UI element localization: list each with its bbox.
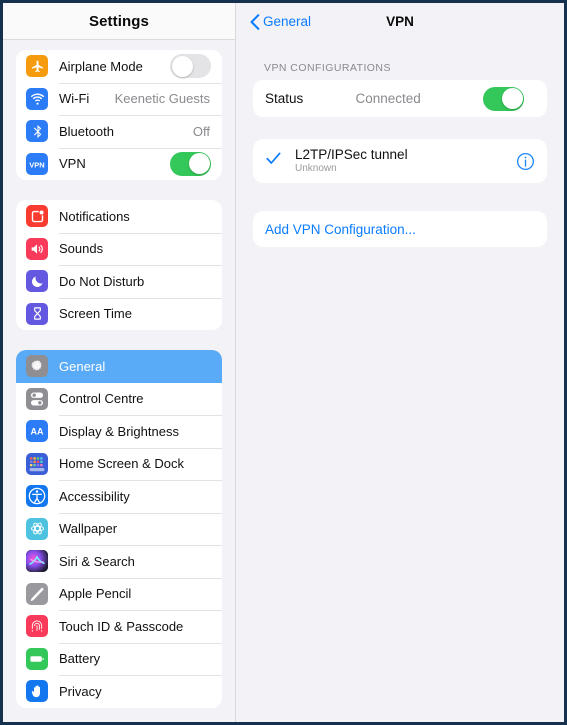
notifications-icon: [26, 205, 48, 228]
wifi-network-value: Keenetic Guests: [114, 91, 210, 107]
vpn-configuration-card: L2TP/IPSec tunnel Unknown: [253, 139, 547, 183]
sidebar-item-label: Battery: [59, 651, 101, 667]
sidebar-item-vpn[interactable]: VPN VPN: [16, 147, 222, 181]
ipad-settings-window: Settings Airplane Mode Wi-Fi Keenetic Gu…: [3, 3, 564, 722]
sidebar-item-siri-search[interactable]: Siri & Search: [16, 545, 222, 578]
sounds-icon: [26, 237, 48, 260]
sidebar-item-airplane-mode[interactable]: Airplane Mode: [16, 50, 222, 83]
sidebar-item-label: Apple Pencil: [59, 586, 132, 602]
add-vpn-configuration-label: Add VPN Configuration...: [265, 221, 416, 237]
detail-body: VPN CONFIGURATIONS Status Connected L2TP…: [236, 40, 564, 247]
sidebar-item-accessibility[interactable]: Accessibility: [16, 480, 222, 513]
apple-pencil-icon: [26, 582, 48, 605]
privacy-hand-icon: [26, 680, 48, 703]
add-vpn-configuration-row[interactable]: Add VPN Configuration...: [253, 211, 547, 247]
sidebar-item-label: Screen Time: [59, 306, 132, 322]
sidebar-item-sounds[interactable]: Sounds: [16, 232, 222, 266]
settings-sidebar: Settings Airplane Mode Wi-Fi Keenetic Gu…: [3, 3, 236, 722]
sidebar-item-display-brightness[interactable]: AA Display & Brightness: [16, 415, 222, 448]
sidebar-item-control-centre[interactable]: Control Centre: [16, 383, 222, 416]
bluetooth-icon: [26, 120, 48, 143]
sidebar-item-do-not-disturb[interactable]: Do Not Disturb: [16, 265, 222, 298]
sidebar-item-label: Accessibility: [59, 488, 130, 504]
vpn-status-value: Connected: [355, 91, 421, 106]
sidebar-header: Settings: [3, 3, 235, 40]
page-title: Settings: [89, 12, 149, 30]
wifi-icon: [26, 87, 48, 110]
toggle-knob: [171, 55, 193, 77]
info-icon[interactable]: [516, 152, 535, 171]
settings-group-system: General Control Centre AA Display & Brig…: [16, 350, 222, 708]
wallpaper-icon: [26, 517, 48, 540]
battery-icon: [26, 647, 48, 670]
back-button[interactable]: General: [250, 13, 312, 30]
display-brightness-icon: AA: [26, 420, 48, 443]
vpn-status-row[interactable]: Status Connected: [253, 80, 547, 117]
sidebar-item-label: Wi-Fi: [59, 91, 90, 107]
sidebar-item-screen-time[interactable]: Screen Time: [16, 297, 222, 331]
sidebar-item-label: Notifications: [59, 208, 130, 224]
vpn-status-toggle[interactable]: [483, 86, 524, 111]
sidebar-item-label: Display & Brightness: [59, 423, 179, 439]
vpn-icon: VPN: [26, 152, 48, 175]
vpn-status-card: Status Connected: [253, 80, 547, 117]
vpn-configuration-subtitle: Unknown: [295, 163, 337, 174]
vpn-configuration-texts: L2TP/IPSec tunnel Unknown: [295, 147, 408, 175]
sidebar-item-label: Do Not Disturb: [59, 273, 145, 289]
add-vpn-configuration-card: Add VPN Configuration...: [253, 211, 547, 247]
sidebar-item-label: Airplane Mode: [59, 58, 143, 74]
sidebar-item-label: Sounds: [59, 241, 104, 257]
hourglass-icon: [26, 302, 48, 325]
sidebar-item-label: General: [59, 358, 106, 374]
settings-group-alerts: Notifications Sounds Do Not Disturb Scre…: [16, 200, 222, 330]
detail-header: General VPN: [236, 3, 564, 40]
sidebar-item-home-screen-dock[interactable]: Home Screen & Dock: [16, 447, 222, 481]
sidebar-item-label: Siri & Search: [59, 553, 135, 569]
vpn-detail-pane: General VPN VPN CONFIGURATIONS Status Co…: [236, 3, 564, 722]
touch-id-icon: [26, 615, 48, 638]
sidebar-item-label: VPN: [59, 156, 86, 172]
sidebar-item-touch-id-passcode[interactable]: Touch ID & Passcode: [16, 610, 222, 643]
sidebar-item-notifications[interactable]: Notifications: [16, 200, 222, 233]
gear-icon: [26, 355, 48, 378]
checkmark-icon: [266, 152, 286, 170]
accessibility-icon: [26, 485, 48, 508]
sidebar-item-label: Bluetooth: [59, 123, 114, 139]
sidebar-scroll-area[interactable]: Airplane Mode Wi-Fi Keenetic Guests Blue…: [3, 40, 235, 721]
sidebar-item-bluetooth[interactable]: Bluetooth Off: [16, 115, 222, 148]
sidebar-item-privacy[interactable]: Privacy: [16, 675, 222, 708]
vpn-status-label: Status: [265, 91, 304, 106]
chevron-left-icon: [250, 13, 260, 30]
sidebar-item-general[interactable]: General: [16, 350, 222, 383]
sidebar-item-battery[interactable]: Battery: [16, 642, 222, 676]
airplane-mode-toggle[interactable]: [170, 54, 211, 79]
sidebar-item-label: Control Centre: [59, 391, 144, 407]
sidebar-item-wifi[interactable]: Wi-Fi Keenetic Guests: [16, 82, 222, 116]
bluetooth-state-value: Off: [192, 123, 210, 139]
sidebar-item-label: Home Screen & Dock: [59, 456, 184, 472]
toggle-knob: [501, 88, 523, 109]
sidebar-item-label: Touch ID & Passcode: [59, 618, 184, 634]
sidebar-item-label: Wallpaper: [59, 521, 118, 537]
airplane-icon: [26, 55, 48, 78]
home-screen-dock-icon: [26, 452, 48, 475]
vpn-configuration-row[interactable]: L2TP/IPSec tunnel Unknown: [253, 139, 547, 183]
vpn-toggle[interactable]: [170, 151, 211, 176]
moon-icon: [26, 270, 48, 293]
control-centre-icon: [26, 387, 48, 410]
svg-text:AA: AA: [31, 427, 44, 437]
svg-text:VPN: VPN: [29, 160, 44, 169]
siri-icon: [26, 550, 48, 573]
sidebar-item-wallpaper[interactable]: Wallpaper: [16, 512, 222, 546]
section-header-vpn-configurations: VPN CONFIGURATIONS: [264, 62, 391, 74]
sidebar-item-label: Privacy: [59, 683, 102, 699]
sidebar-item-apple-pencil[interactable]: Apple Pencil: [16, 577, 222, 611]
settings-group-connectivity: Airplane Mode Wi-Fi Keenetic Guests Blue…: [16, 50, 222, 180]
vpn-configuration-name: L2TP/IPSec tunnel: [295, 147, 408, 162]
toggle-knob: [188, 153, 210, 175]
back-button-label: General: [263, 14, 312, 29]
